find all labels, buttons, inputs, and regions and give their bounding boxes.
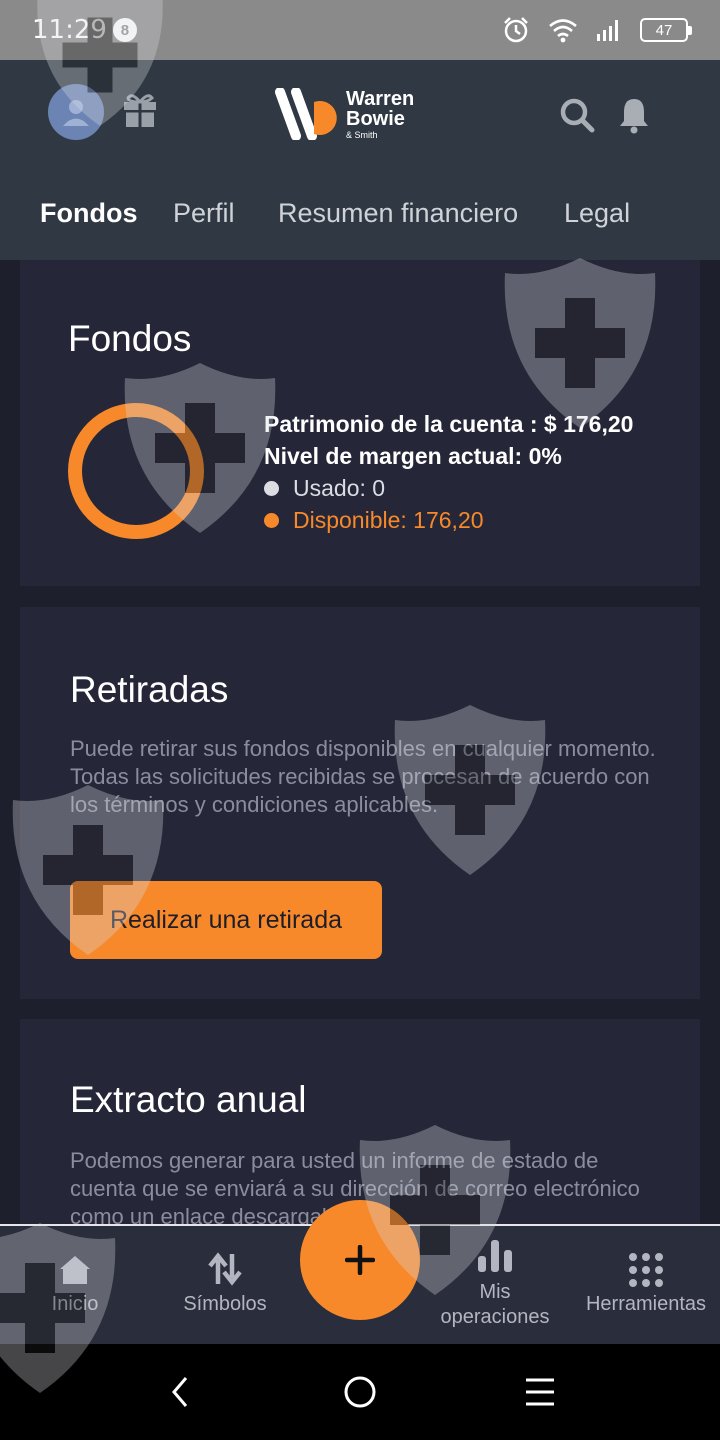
used-label: Usado: 0 <box>293 474 386 501</box>
withdrawals-title: Retiradas <box>70 669 229 710</box>
margin-level: Nivel de margen actual: 0% <box>264 443 562 469</box>
nav-mis-operaciones[interactable]: Mis operaciones <box>430 1226 560 1344</box>
alarm-icon <box>504 17 528 43</box>
logo-line-3: & Smith <box>346 129 378 140</box>
status-bar: 11:29 8 47 <box>0 0 720 60</box>
withdraw-button[interactable]: Realizar una retirada <box>70 881 382 959</box>
donut-available-ring <box>68 403 204 539</box>
wifi-icon <box>549 19 577 43</box>
brand-logo: Warren Bowie & Smith <box>274 88 414 140</box>
notification-count-badge: 8 <box>112 18 137 42</box>
withdrawals-description: Puede retirar sus fondos disponibles en … <box>70 736 656 817</box>
nav-herramientas-label: Herramientas <box>585 1293 707 1315</box>
nav-simbolos[interactable]: Símbolos <box>170 1226 280 1344</box>
status-time: 11:29 <box>32 15 107 45</box>
bar-chart-icon <box>478 1240 512 1272</box>
account-equity: Patrimonio de la cuenta : $ 176,20 <box>264 411 634 437</box>
funds-card: Fondos Patrimonio de la cuenta : $ 176,2… <box>20 260 700 586</box>
bell-icon[interactable] <box>618 96 650 134</box>
search-icon[interactable] <box>558 96 596 134</box>
swap-arrows-icon <box>208 1252 242 1286</box>
tab-legal[interactable]: Legal <box>564 198 630 229</box>
home-circle-icon[interactable] <box>342 1372 378 1412</box>
tab-fondos[interactable]: Fondos <box>40 198 137 229</box>
available-dot <box>264 512 279 528</box>
plus-icon <box>345 1245 375 1275</box>
battery-level: 47 <box>655 21 673 39</box>
funds-title: Fondos <box>68 318 192 359</box>
nav-herramientas[interactable]: Herramientas <box>576 1226 716 1344</box>
logo-mark-icon <box>275 88 337 140</box>
back-icon[interactable] <box>166 1372 194 1412</box>
app-header: Warren Bowie & Smith Fondos Perfil Resum… <box>0 60 720 260</box>
legend-used: Usado: 0 <box>264 472 633 504</box>
new-trade-fab[interactable] <box>300 1200 420 1320</box>
available-label: Disponible: 176,20 <box>293 506 484 533</box>
statement-card: Extracto anual Podemos generar para uste… <box>20 1019 700 1225</box>
logo-line-2: Bowie <box>346 107 405 130</box>
user-icon <box>63 100 89 126</box>
funds-info: Patrimonio de la cuenta : $ 176,20 Nivel… <box>264 408 633 536</box>
logo-line-1: Warren <box>346 87 415 110</box>
tab-bar: Fondos Perfil Resumen financiero Legal <box>0 198 720 238</box>
tab-perfil[interactable]: Perfil <box>173 198 235 229</box>
status-left: 11:29 8 <box>32 15 137 45</box>
nav-mis-operaciones-label: Mis operaciones <box>440 1281 550 1328</box>
used-dot <box>264 480 279 496</box>
system-nav-bar <box>0 1344 720 1440</box>
legend-available: Disponible: 176,20 <box>264 504 633 536</box>
grid-icon <box>629 1253 663 1287</box>
avatar[interactable] <box>48 84 104 140</box>
nav-simbolos-label: Símbolos <box>183 1293 267 1315</box>
menu-icon[interactable] <box>522 1372 558 1412</box>
signal-icon <box>597 20 618 41</box>
status-icons: 47 <box>502 16 692 44</box>
nav-inicio-label: Inicio <box>51 1293 99 1315</box>
statement-title: Extracto anual <box>70 1079 307 1120</box>
withdrawals-card: Retiradas Puede retirar sus fondos dispo… <box>20 607 700 999</box>
home-icon <box>60 1256 90 1284</box>
nav-inicio[interactable]: Inicio <box>30 1226 120 1344</box>
gift-icon[interactable] <box>122 92 158 128</box>
battery-icon: 47 <box>640 18 692 42</box>
tab-resumen-financiero[interactable]: Resumen financiero <box>278 198 518 229</box>
funds-donut-chart <box>68 403 204 539</box>
